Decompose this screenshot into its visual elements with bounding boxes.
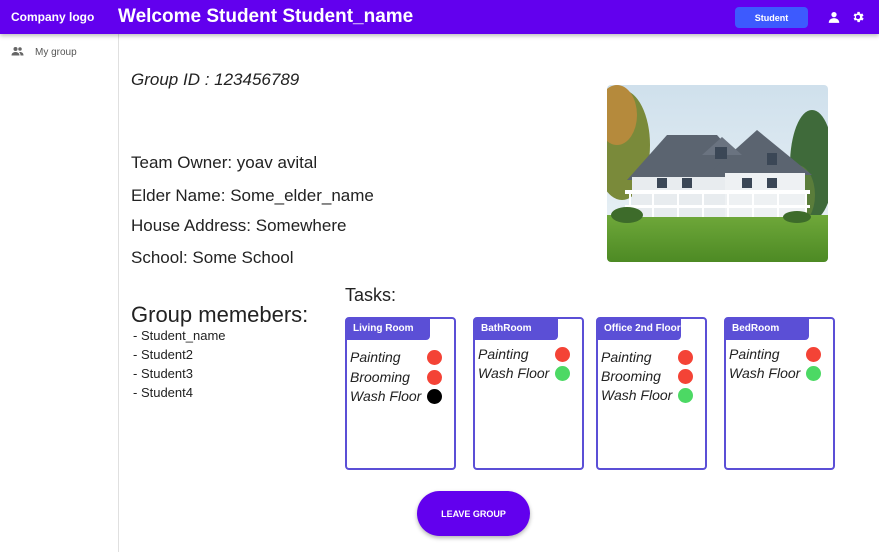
status-dot-black xyxy=(427,389,442,404)
school: School: Some School xyxy=(131,248,294,267)
house-address: House Address: Somewhere xyxy=(131,216,347,235)
task-name: Painting xyxy=(478,346,529,362)
task-name: Wash Floor xyxy=(601,387,673,403)
tasks-title: Tasks: xyxy=(345,285,397,305)
sidebar-item-my-group[interactable]: My group xyxy=(11,46,77,59)
group-members-title: Group memebers: xyxy=(131,302,309,327)
gear-icon[interactable] xyxy=(851,10,865,24)
task-card-title: Office 2nd Floor xyxy=(598,319,681,340)
task-card-title: BathRoom xyxy=(475,319,558,340)
status-dot-red xyxy=(555,347,570,362)
group-icon xyxy=(11,46,24,59)
task-card-office-2nd-floor[interactable]: Office 2nd Floor Painting Brooming Wash … xyxy=(596,317,707,470)
page-title: Welcome Student Student_name xyxy=(118,6,414,27)
house-image xyxy=(607,85,828,262)
task-name: Wash Floor xyxy=(729,365,801,381)
sidebar: My group xyxy=(0,34,119,552)
main-content: Group ID : 123456789 Team Owner: yoav av… xyxy=(119,34,879,552)
task-name: Painting xyxy=(729,346,780,362)
member-item: - Student3 xyxy=(133,366,193,381)
task-name: Wash Floor xyxy=(478,365,550,381)
status-dot-green xyxy=(678,388,693,403)
student-role-button[interactable]: Student xyxy=(735,7,808,28)
status-dot-green xyxy=(555,366,570,381)
leave-group-button[interactable]: LEAVE GROUP xyxy=(417,491,530,536)
status-dot-red xyxy=(427,370,442,385)
company-logo[interactable]: Company logo xyxy=(11,10,94,24)
task-card-title: BedRoom xyxy=(726,319,809,340)
user-icon[interactable] xyxy=(827,10,841,24)
task-card-title: Living Room xyxy=(347,319,430,340)
group-id: Group ID : 123456789 xyxy=(131,70,300,89)
status-dot-red xyxy=(678,369,693,384)
status-dot-green xyxy=(806,366,821,381)
task-name: Wash Floor xyxy=(350,388,422,404)
task-card-bedroom[interactable]: BedRoom Painting Wash Floor xyxy=(724,317,835,470)
status-dot-red xyxy=(678,350,693,365)
status-dot-red xyxy=(806,347,821,362)
top-app-bar: Company logo Welcome Student Student_nam… xyxy=(0,0,879,34)
member-item: - Student_name xyxy=(133,328,226,343)
task-card-bathroom[interactable]: BathRoom Painting Wash Floor xyxy=(473,317,584,470)
elder-name: Elder Name: Some_elder_name xyxy=(131,186,374,205)
status-dot-red xyxy=(427,350,442,365)
task-name: Painting xyxy=(601,349,652,365)
member-item: - Student4 xyxy=(133,385,193,400)
sidebar-item-label: My group xyxy=(35,47,77,58)
task-card-living-room[interactable]: Living Room Painting Brooming Wash Floor xyxy=(345,317,456,470)
task-name: Brooming xyxy=(350,369,410,385)
task-name: Brooming xyxy=(601,368,661,384)
team-owner: Team Owner: yoav avital xyxy=(131,153,318,172)
member-item: - Student2 xyxy=(133,347,193,362)
task-name: Painting xyxy=(350,349,401,365)
